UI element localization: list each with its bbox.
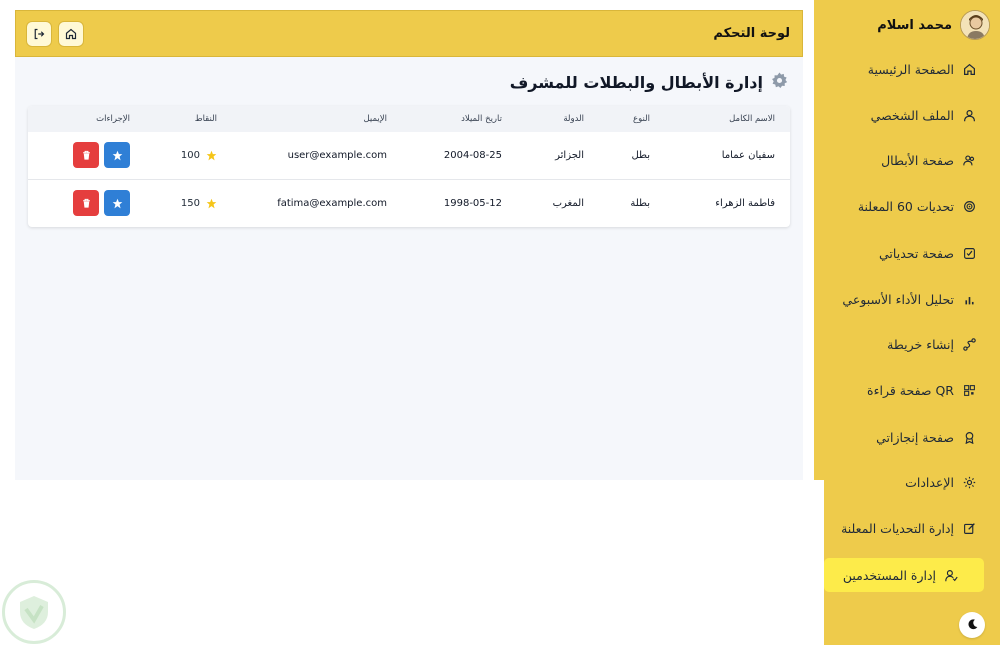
header-actions: الإجراءات: [96, 114, 130, 124]
header-country: الدولة: [563, 114, 584, 124]
sidebar-item-label: صفحة إنجازاتي: [876, 429, 954, 445]
user-name: محمد اسلام: [877, 17, 952, 33]
star-icon: [206, 150, 217, 161]
sidebar-item-label: صفحة الأبطال: [881, 152, 954, 168]
home-button[interactable]: [58, 21, 84, 47]
header-birthdate: تاريخ الميلاد: [461, 114, 502, 124]
logout-icon: [33, 25, 45, 44]
sidebar-item-label: الإعدادات: [905, 474, 954, 490]
cell-country: المغرب: [552, 198, 584, 209]
topbar-title: لوحة التحكم: [713, 26, 790, 41]
sidebar-item-label: الملف الشخصي: [870, 107, 954, 123]
sidebar-item-label: صفحة تحدياتي: [879, 245, 954, 261]
logout-button[interactable]: [26, 21, 52, 47]
trash-icon: [81, 194, 92, 213]
cell-birthdate: 1998-05-12: [443, 198, 502, 209]
points-value: 150: [180, 198, 200, 209]
users-table: الاسم الكامل النوع الدولة تاريخ الميلاد …: [28, 106, 790, 227]
sidebar-item-manage-challenges[interactable]: إدارة التحديات المعلنة: [841, 511, 976, 545]
avatar[interactable]: [960, 10, 990, 40]
feature-hero-button[interactable]: [104, 142, 130, 168]
sidebar-item-create-map[interactable]: إنشاء خريطة: [887, 327, 976, 361]
award-icon: [962, 430, 976, 444]
edit-icon: [962, 521, 976, 535]
gear-icon: [771, 72, 788, 93]
users-icon: [962, 153, 976, 167]
page-heading: إدارة الأبطال والبطلات للمشرف: [510, 72, 788, 93]
user-icon: [962, 108, 976, 122]
sidebar-item-my-challenges[interactable]: صفحة تحدياتي: [879, 236, 976, 270]
sidebar-item-label: إدارة التحديات المعلنة: [841, 520, 954, 536]
header-email: الإيميل: [363, 114, 388, 124]
sidebar-item-qr-reader[interactable]: صفحة قراءة QR: [867, 373, 976, 407]
sidebar-item-profile[interactable]: الملف الشخصي: [871, 98, 976, 132]
table-row: فاطمة الزهراء بطلة المغرب 1998-05-12 fat…: [28, 180, 790, 227]
sidebar-item-manage-users[interactable]: إدارة المستخدمين: [824, 558, 984, 592]
header-name: الاسم الكامل: [729, 114, 775, 124]
target-icon: [962, 199, 976, 213]
points-value: 100: [180, 150, 200, 161]
star-icon: [112, 194, 123, 213]
sidebar-item-home[interactable]: الصفحة الرئيسية: [868, 52, 976, 86]
sidebar-item-achievements[interactable]: صفحة إنجازاتي: [876, 420, 976, 454]
header-type: النوع: [633, 114, 650, 124]
checkbox-icon: [962, 246, 976, 260]
home-icon: [65, 25, 77, 44]
cell-birthdate: 2004-08-25: [443, 150, 502, 161]
cell-email: fatima@example.com: [277, 198, 387, 209]
user-check-icon: [944, 568, 958, 582]
sidebar-item-settings[interactable]: الإعدادات: [905, 465, 976, 499]
topbar: لوحة التحكم: [15, 10, 803, 57]
delete-hero-button[interactable]: [73, 142, 99, 168]
gear-icon: [962, 475, 976, 489]
cell-type: بطلة: [630, 198, 650, 209]
sidebar-item-label: إنشاء خريطة: [887, 336, 954, 352]
trash-icon: [81, 146, 92, 165]
table-row: سفيان عماما بطل الجزائر 2004-08-25 user@…: [28, 132, 790, 179]
cell-country: الجزائر: [555, 150, 584, 161]
cell-points: 150: [181, 198, 217, 209]
star-icon: [112, 146, 123, 165]
delete-hero-button[interactable]: [73, 190, 99, 216]
cell-name: فاطمة الزهراء: [715, 198, 775, 209]
sidebar-item-weekly-analysis[interactable]: تحليل الأداء الأسبوعي: [842, 282, 976, 316]
sidebar-item-label: صفحة قراءة QR: [867, 382, 954, 398]
cell-type: بطل: [631, 150, 650, 161]
page-title: إدارة الأبطال والبطلات للمشرف: [509, 73, 763, 92]
header-points: النقاط: [194, 114, 217, 124]
main-content: لوحة التحكم إدارة الأبطال والبطلات للمشر…: [15, 10, 803, 480]
watermark-logo: [2, 580, 66, 644]
cell-email: user@example.com: [287, 150, 387, 161]
home-icon: [962, 62, 976, 76]
qr-icon: [962, 383, 976, 397]
sidebar-item-label: تحديات 60 المعلنة: [857, 198, 954, 214]
cell-name: سفيان عماما: [721, 150, 775, 161]
bar-chart-icon: [962, 292, 976, 306]
moon-icon: [966, 616, 979, 635]
route-icon: [962, 337, 976, 351]
sidebar-item-label: تحليل الأداء الأسبوعي: [842, 291, 954, 307]
user-profile[interactable]: محمد اسلام: [830, 8, 990, 42]
sidebar-item-heroes[interactable]: صفحة الأبطال: [881, 143, 976, 177]
table-header: الاسم الكامل النوع الدولة تاريخ الميلاد …: [28, 106, 790, 132]
sidebar-item-challenges-60[interactable]: تحديات 60 المعلنة: [858, 189, 976, 223]
theme-toggle-button[interactable]: [959, 612, 985, 638]
feature-hero-button[interactable]: [104, 190, 130, 216]
star-icon: [206, 198, 217, 209]
sidebar-item-label: الصفحة الرئيسية: [867, 61, 954, 77]
sidebar-item-label: إدارة المستخدمين: [842, 567, 936, 583]
cell-points: 100: [181, 150, 217, 161]
